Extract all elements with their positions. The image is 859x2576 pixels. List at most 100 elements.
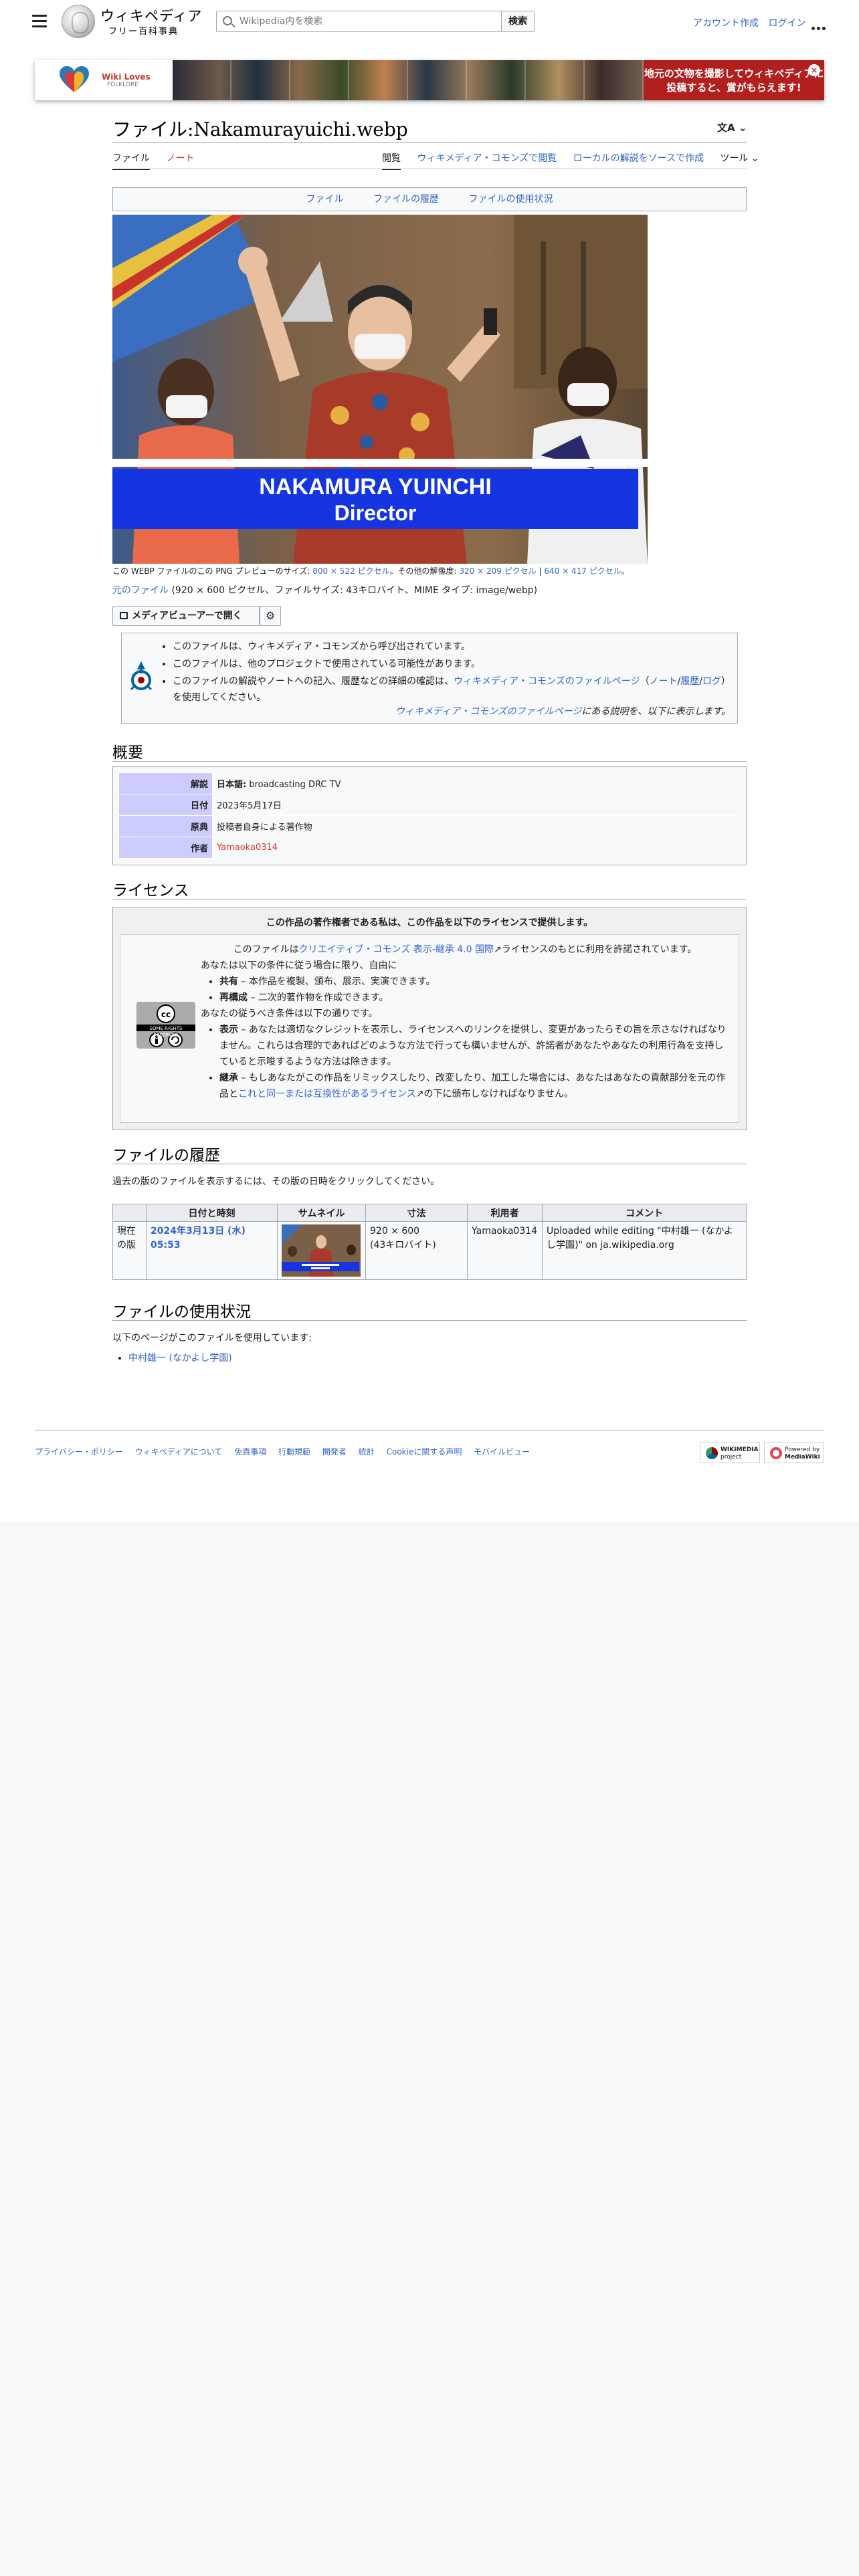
summary-table: 解説 日本語: broadcasting DRC TV 日付 2023年5月17日 … — [118, 772, 741, 859]
table-header-row: 日付と時刻 サムネイル 寸法 利用者 コメント — [112, 1204, 747, 1222]
column-header — [112, 1204, 147, 1222]
list-item: 中村雄一 (なかよし学園) — [128, 1351, 232, 1364]
file-preview-image[interactable]: NAKAMURA YUINCHI Director — [112, 215, 648, 564]
gear-icon: ⚙ — [265, 609, 276, 622]
create-account-link[interactable]: アカウント作成 — [693, 18, 759, 29]
search-button[interactable]: 検索 — [501, 11, 535, 32]
summary-value-text: broadcasting DRC TV — [246, 780, 341, 790]
version-user[interactable]: Yamaoka0314 — [472, 1226, 537, 1237]
preview-size-link[interactable]: 800 × 522 ピクセル — [312, 566, 389, 576]
tab-create-local-description[interactable]: ローカルの解説をソースで作成 — [573, 151, 704, 169]
tab-file[interactable]: ファイル — [112, 151, 150, 170]
tab-view-on-commons[interactable]: ウィキメディア・コモンズで閲覧 — [417, 151, 557, 169]
table-row: 解説 日本語: broadcasting DRC TV — [118, 772, 741, 794]
footer-link-about[interactable]: ウィキペディアについて — [135, 1447, 223, 1457]
summary-key: 作者 — [118, 837, 213, 859]
namespace-tabs: ファイル ノート — [112, 151, 207, 170]
language-icon-glyph: 文A — [717, 122, 735, 134]
paren-open: （ — [640, 676, 650, 687]
banner-close-icon[interactable]: × — [808, 64, 820, 76]
external-link-icon: ↗ — [415, 1089, 424, 1099]
license-box: この作品の著作権者である私は、この作品を以下のライセンスで提供します。 cc S… — [112, 907, 747, 1130]
license-text-span: このファイルは — [233, 944, 299, 955]
language-icon[interactable]: 文A ⌄ — [717, 120, 747, 134]
condition-text: の下に頒布しなければなりません。 — [423, 1089, 574, 1099]
license-line: あなたは以下の条件に従う場合に限り、自由に — [201, 960, 397, 971]
more-options-icon[interactable] — [812, 20, 828, 33]
main-menu-icon[interactable] — [32, 15, 47, 28]
footer-link-cookie[interactable]: Cookieに関する声明 — [387, 1447, 462, 1457]
license-text-span: ライセンスのもとに利用を許諾されています。 — [501, 944, 697, 955]
version-datetime-cell: 2024年3月13日 (水) 05:53 — [146, 1221, 278, 1280]
image-caption-bottom: Director — [334, 501, 417, 525]
version-thumbnail[interactable] — [282, 1224, 361, 1277]
cc-by-sa-license-link[interactable]: クリエイティブ・コモンズ 表示-継承 4.0 国際 — [299, 944, 494, 955]
version-size: (43キロバイト) — [370, 1240, 436, 1251]
search-box — [216, 11, 502, 32]
condition-label: 継承 — [219, 1073, 238, 1083]
banner-brand-line1: Wiki Loves — [102, 72, 151, 82]
media-viewer-settings-button[interactable]: ⚙ — [260, 606, 281, 626]
condition-text: – あなたは適切なクレジットを表示し、ライセンスへのリンクを提供し、変更があった… — [219, 1025, 727, 1067]
version-datetime-link[interactable]: 2024年3月13日 (水) 05:53 — [151, 1226, 246, 1251]
commons-talk-link[interactable]: ノート — [649, 676, 677, 687]
mw-badge-line1: Powered by — [785, 1446, 820, 1453]
version-status: 現在の版 — [112, 1221, 147, 1280]
wmf-badge-line2: project — [721, 1454, 742, 1461]
summary-box: 解説 日本語: broadcasting DRC TV 日付 2023年5月17日 … — [112, 766, 747, 865]
summary-heading: 概要 — [112, 744, 143, 762]
page-canvas: ウィキペディア フリー百科事典 検索 アカウント作成 ログイン Wiki Lov… — [0, 0, 859, 1521]
tab-read[interactable]: 閲覧 — [382, 151, 401, 170]
compatible-license-link[interactable]: これと同一または互換性があるライセンス — [238, 1089, 416, 1099]
commons-log-link[interactable]: ログ — [702, 676, 721, 687]
footer-link-code-of-conduct[interactable]: 行動規範 — [278, 1447, 310, 1457]
license-text: このファイルはクリエイティブ・コモンズ 表示-継承 4.0 国際↗ライセンスのも… — [201, 942, 729, 1102]
banner-cta[interactable]: 地元の文物を撮影してウィキペディアに投稿すると、賞がもらえます! — [644, 60, 824, 100]
footer-link-statistics[interactable]: 統計 — [359, 1447, 375, 1457]
powered-by-mediawiki-badge[interactable]: Powered by MediaWiki — [764, 1442, 824, 1463]
footer-link-mobile-view[interactable]: モバイルビュー — [474, 1447, 530, 1457]
open-media-viewer-button[interactable]: メディアビューアーで開く — [112, 606, 260, 626]
file-toc-file[interactable]: ファイル — [306, 194, 344, 205]
file-toc-usage[interactable]: ファイルの使用状況 — [468, 194, 553, 205]
resolution-link-640[interactable]: 640 × 417 ピクセル — [544, 566, 621, 576]
author-user-link[interactable]: Yamaoka0314 — [217, 843, 278, 853]
commons-file-page-link[interactable]: ウィキメディア・コモンズのファイルページ — [395, 706, 581, 717]
resolution-link-320[interactable]: 320 × 209 ピクセル — [459, 566, 536, 576]
footer-link-developers[interactable]: 開発者 — [322, 1447, 347, 1457]
version-dimensions: 920 × 600 — [370, 1226, 420, 1237]
commons-notice-footer: ウィキメディア・コモンズのファイルページにある説明を、以下に表示します。 — [395, 704, 731, 718]
campaign-banner[interactable]: Wiki Loves FOLKLORE 地元の文物を撮影してウィキペディアに投稿… — [35, 60, 824, 100]
table-row: 現在の版 2024年3月13日 (水) 05:53 920 × 600 (43キ… — [112, 1221, 747, 1280]
tab-talk[interactable]: ノート — [166, 151, 194, 169]
summary-key: 日付 — [118, 794, 213, 816]
commons-file-page-link[interactable]: ウィキメディア・コモンズのファイルページ — [454, 676, 640, 687]
usage-list: 中村雄一 (なかよし学園) — [128, 1351, 232, 1364]
commons-notice-item: このファイルは、他のプロジェクトで使用されている可能性があります。 — [173, 656, 728, 672]
column-header: 利用者 — [467, 1204, 543, 1222]
summary-value: 2023年5月17日 — [212, 794, 741, 816]
freedom-text: – 本作品を複製、頒布、展示、実演できます。 — [238, 976, 436, 987]
tools-label: ツール — [720, 153, 749, 164]
footer-link-disclaimer[interactable]: 免責事項 — [234, 1447, 266, 1457]
wikimedia-project-badge[interactable]: WIKIMEDIA project — [700, 1442, 760, 1463]
login-link[interactable]: ログイン — [768, 18, 805, 29]
search-input[interactable] — [240, 14, 494, 29]
commons-history-link[interactable]: 履歴 — [680, 676, 699, 687]
footer-link-privacy[interactable]: プライバシー・ポリシー — [35, 1447, 123, 1457]
history-heading: ファイルの履歴 — [112, 1147, 220, 1164]
column-header: コメント — [542, 1204, 747, 1222]
wordmark[interactable]: ウィキペディア — [100, 5, 203, 25]
license-inner: cc SOME RIGHTS RESERVED このファイルはクリエイティブ・コ… — [120, 934, 739, 1123]
preview-info-prefix: この WEBP ファイルのこの PNG プレビューのサイズ: — [112, 566, 313, 576]
view-tabs: 閲覧 ウィキメディア・コモンズで閲覧 ローカルの解説をソースで作成 ツール ⌄ — [382, 151, 759, 170]
tab-tools[interactable]: ツール ⌄ — [720, 151, 759, 169]
list-item: 再構成 – 二次的著作物を作成できます。 — [219, 990, 729, 1006]
chevron-down-icon: ⌄ — [751, 153, 759, 164]
usage-page-link[interactable]: 中村雄一 (なかよし学園) — [128, 1353, 232, 1364]
media-viewer-icon — [120, 612, 128, 619]
wikipedia-globe-logo[interactable] — [62, 5, 95, 38]
original-file-link[interactable]: 元のファイル — [112, 585, 169, 596]
file-toc-history[interactable]: ファイルの履歴 — [373, 194, 439, 205]
external-link-icon: ↗ — [493, 944, 502, 955]
